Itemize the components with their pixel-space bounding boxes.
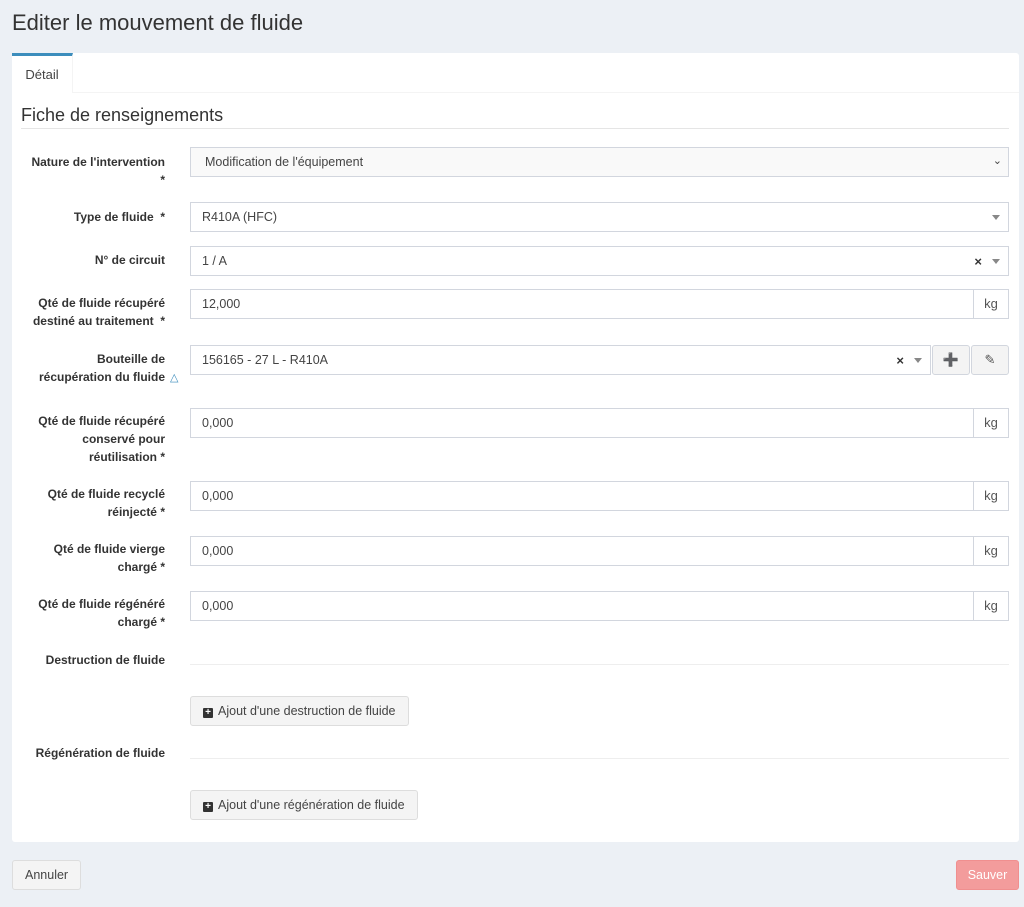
qte-vierge-input[interactable]: 0,000 [190,536,974,566]
add-bouteille-button[interactable]: ➕ [932,345,970,375]
clear-icon[interactable]: × [974,254,982,269]
tab-bar: Détail [12,53,1019,93]
type-label: Type de fluide * [73,210,165,224]
edit-bouteille-button[interactable]: ✎ [971,345,1009,375]
divider [190,758,1009,759]
qte-reutilisation-input[interactable]: 0,000 [190,408,974,438]
plus-square-icon: + [203,802,213,812]
bouteille-select[interactable]: 156165 - 27 L - R410A × [190,345,931,375]
pencil-icon: ✎ [984,352,996,367]
unit-kg: kg [973,591,1009,621]
nature-label: Nature de l'intervention * [31,155,165,187]
unit-kg: kg [973,536,1009,566]
save-button[interactable]: Sauver [956,860,1019,890]
flask-icon[interactable]: △ [170,371,178,384]
divider [21,128,1009,129]
unit-kg: kg [973,289,1009,319]
section-title: Fiche de renseignements [21,105,224,125]
tab-detail[interactable]: Détail [12,53,73,93]
caret-down-icon [992,215,1000,220]
form-panel: Détail Fiche de renseignements Nature de… [12,53,1019,842]
nature-select[interactable]: Modification de l'équipement ⌄ [190,147,1009,177]
plus-square-icon: + [203,708,213,718]
unit-kg: kg [973,408,1009,438]
caret-down-icon [992,259,1000,264]
page-title: Editer le mouvement de fluide [12,10,304,35]
qte-recycle-label: Qté de fluide recyclé réinjecté * [47,487,165,519]
add-destruction-button[interactable]: + Ajout d'une destruction de fluide [190,696,409,726]
circuit-select[interactable]: 1 / A × [190,246,1009,276]
divider [190,664,1009,665]
regeneration-label: Régénération de fluide [35,746,165,760]
plus-circle-icon: ➕ [942,352,960,367]
chevron-down-icon: ⌄ [992,155,1002,167]
circuit-label: N° de circuit [94,253,165,267]
qte-regenere-input[interactable]: 0,000 [190,591,974,621]
add-regeneration-button[interactable]: + Ajout d'une régénération de fluide [190,790,418,820]
cancel-button[interactable]: Annuler [12,860,82,890]
qte-vierge-label: Qté de fluide vierge chargé * [53,542,165,574]
type-select[interactable]: R410A (HFC) [190,202,1009,232]
qte-recycle-input[interactable]: 0,000 [190,481,974,511]
unit-kg: kg [973,481,1009,511]
bouteille-label: Bouteille de récupération du fluide [38,352,165,384]
caret-down-icon [914,358,922,363]
qte-traitement-label: Qté de fluide récupéré destiné au traite… [32,296,169,328]
clear-icon[interactable]: × [896,353,904,368]
qte-traitement-input[interactable]: 12,000 [190,289,974,319]
qte-reutilisation-label: Qté de fluide récupéré conservé pour réu… [38,414,165,464]
destruction-label: Destruction de fluide [45,653,165,667]
qte-regenere-label: Qté de fluide régénéré chargé * [38,597,165,629]
